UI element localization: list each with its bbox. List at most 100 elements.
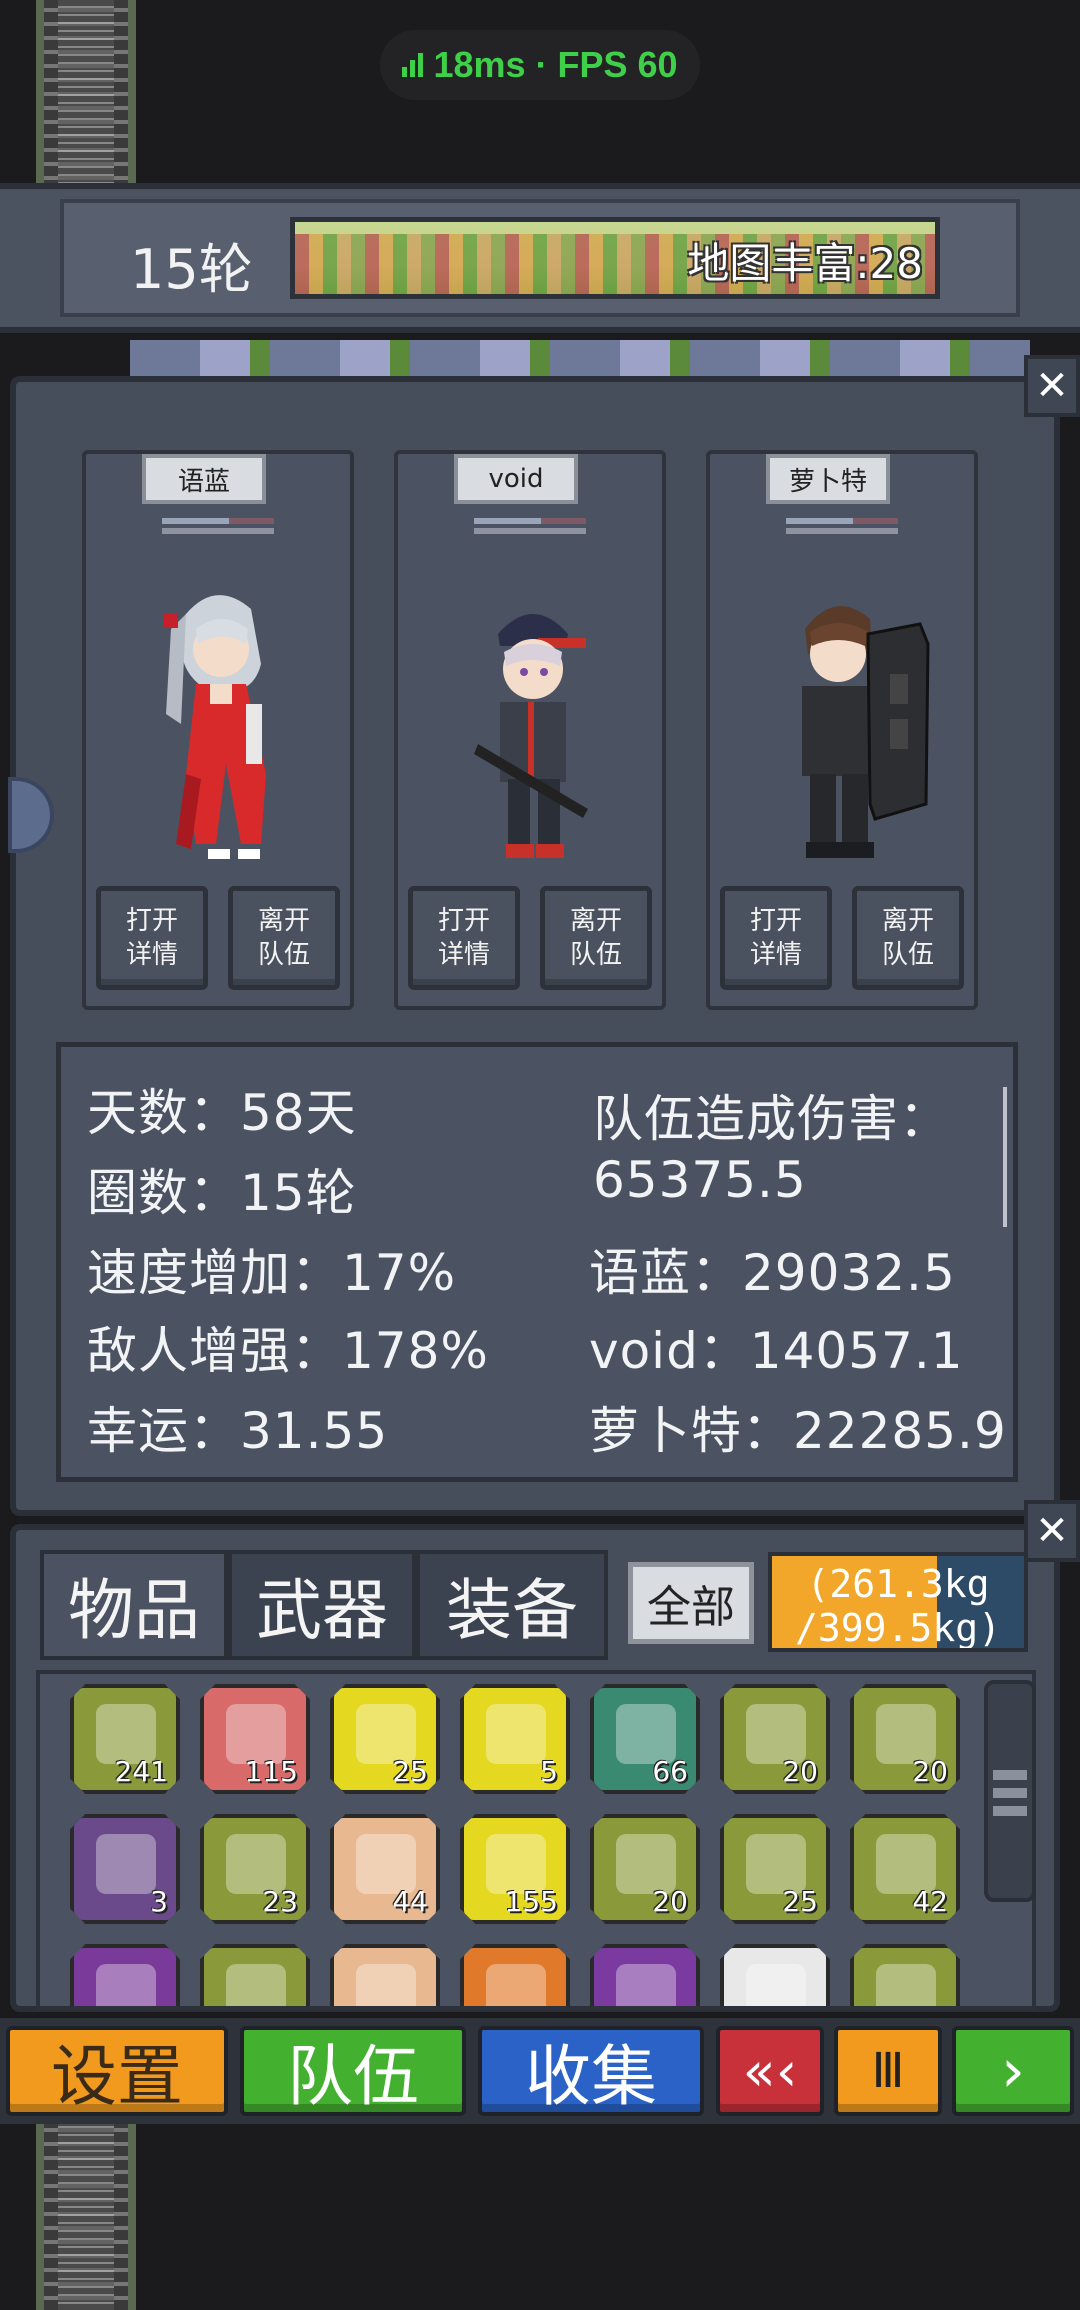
damage-member-3: 萝卜特：22285.9 [589,1402,1007,1460]
inventory-slot[interactable]: 3 [70,1814,180,1924]
scroll-icon [746,1964,806,2006]
carry-weight-current: (261.3kg [806,1562,990,1606]
team-stats-box: 天数：58天 圈数：15轮 速度增加：17% 敌人增强：178% 幸运：31.5… [56,1042,1018,1482]
inventory-slot[interactable] [460,1944,570,2006]
member-name: 萝卜特 [766,454,890,504]
item-count: 25 [782,1885,818,1918]
item-count: 155 [504,1885,558,1918]
bottom-action-bar: 设置 队伍 收集 «‹ Ⅲ › [0,2018,1080,2124]
member-name: void [454,454,578,504]
jar-icon [876,1964,936,2006]
round-counter: 15轮 [130,238,253,301]
blueprint-icon [96,1834,156,1894]
member-card: void 打开 详情 离开 队伍 [394,450,666,1010]
inventory-slot[interactable]: 42 [850,1814,960,1924]
next-button[interactable]: › [952,2026,1074,2116]
inventory-panel: 物品 武器 装备 全部 (261.3kg /399.5kg) 241 115 25 5… [10,1524,1060,2012]
member-name: 语蓝 [142,454,266,504]
carry-weight-max: /399.5kg) [795,1606,1001,1650]
carry-weight-text: (261.3kg /399.5kg) [772,1562,1024,1650]
member-sprite-shield-soldier [802,606,930,858]
open-details-button[interactable]: 打开 详情 [96,886,208,990]
inventory-slot[interactable]: 44 [330,1814,440,1924]
tab-items[interactable]: 物品 [40,1550,228,1660]
shirt-icon [96,1964,156,2006]
inventory-slot[interactable]: 25 [330,1684,440,1794]
stat-enemy-boost: 敌人增强：178% [87,1322,489,1380]
rail-track-top [36,0,136,190]
open-details-button[interactable]: 打开 详情 [408,886,520,990]
damage-member-2: void：14057.1 [589,1322,964,1380]
item-count: 23 [262,1885,298,1918]
team-button[interactable]: 队伍 [240,2026,466,2116]
member-hp-bars [474,518,586,544]
inventory-scrollbar[interactable] [984,1680,1036,1902]
bottle-icon [486,1704,546,1764]
member-sprite-girl [164,595,266,859]
inventory-slot[interactable]: 115 [200,1684,310,1794]
inventory-slot[interactable]: 20 [590,1814,700,1924]
item-count: 25 [392,1755,428,1788]
tab-equipment[interactable]: 装备 [416,1550,608,1660]
stats-scrollbar[interactable] [1003,1087,1007,1227]
team-damage-title: 队伍造成伤害： [593,1090,950,1148]
inventory-slot[interactable] [70,1944,180,2006]
train-strip [130,340,1030,376]
inventory-slot[interactable]: 5 [460,1684,570,1794]
inventory-slot[interactable] [200,1944,310,2006]
signal-icon [402,53,424,77]
inventory-slot[interactable] [590,1944,700,2006]
stat-luck: 幸运：31.55 [87,1402,389,1460]
apple-icon [226,1964,286,2006]
tab-weapons[interactable]: 武器 [228,1550,416,1660]
filter-all-button[interactable]: 全部 [628,1562,754,1644]
rewind-button[interactable]: «‹ [716,2026,824,2116]
stat-speed: 速度增加：17% [87,1244,457,1302]
collect-button[interactable]: 收集 [478,2026,704,2116]
member-hp-bars [786,518,898,544]
settings-button[interactable]: 设置 [6,2026,228,2116]
item-count: 115 [244,1755,298,1788]
inventory-slot[interactable] [330,1944,440,2006]
stat-days: 天数：58天 [87,1084,357,1142]
leave-team-button[interactable]: 离开 队伍 [852,886,964,990]
map-richness-label: 地图丰富:28 [687,239,923,288]
member-sprite-cap-boy [474,614,588,858]
team-damage-value: 65375.5 [593,1151,807,1209]
leave-team-button[interactable]: 离开 队伍 [228,886,340,990]
item-count: 42 [912,1885,948,1918]
item-count: 5 [540,1755,558,1788]
leave-team-button[interactable]: 离开 队伍 [540,886,652,990]
pause-button[interactable]: Ⅲ [834,2026,942,2116]
mask-icon [616,1964,676,2006]
side-tab-handle[interactable] [8,777,54,853]
inventory-slot[interactable]: 20 [850,1684,960,1794]
item-count: 20 [652,1885,688,1918]
item-count: 241 [114,1755,168,1788]
inventory-slot[interactable]: 66 [590,1684,700,1794]
performance-indicator: 18ms · FPS 60 [380,30,700,100]
close-team-panel-button[interactable]: ✕ [1024,355,1080,417]
member-card: 语蓝 打开 详情 离开 队伍 [82,450,354,1010]
inventory-grid: 241 115 25 5 66 20 20 3 23 44 155 20 25 42 [36,1670,1036,2010]
item-count: 66 [652,1755,688,1788]
item-count: 20 [912,1755,948,1788]
damage-member-1: 语蓝：29032.5 [589,1244,956,1302]
item-count: 44 [392,1885,428,1918]
team-panel: 语蓝 打开 详情 离开 队伍 void 打开 详情 离开 队伍 萝卜特 打开 详… [8,376,1060,1516]
open-details-button[interactable]: 打开 详情 [720,886,832,990]
inventory-slot[interactable] [850,1944,960,2006]
inventory-slot[interactable]: 155 [460,1814,570,1924]
inventory-slot[interactable]: 23 [200,1814,310,1924]
inventory-slot[interactable]: 241 [70,1684,180,1794]
top-hud: 15轮 地图丰富:28 [0,183,1080,333]
stat-rounds: 圈数：15轮 [87,1164,357,1222]
map-richness-bar[interactable]: 地图丰富:28 [290,217,940,299]
inventory-slot[interactable]: 25 [720,1814,830,1924]
member-hp-bars [162,518,274,544]
inventory-slot[interactable] [720,1944,830,2006]
wire-icon [356,1964,416,2006]
rail-track-bottom [36,2120,136,2310]
close-inventory-panel-button[interactable]: ✕ [1024,1500,1080,1562]
inventory-slot[interactable]: 20 [720,1684,830,1794]
